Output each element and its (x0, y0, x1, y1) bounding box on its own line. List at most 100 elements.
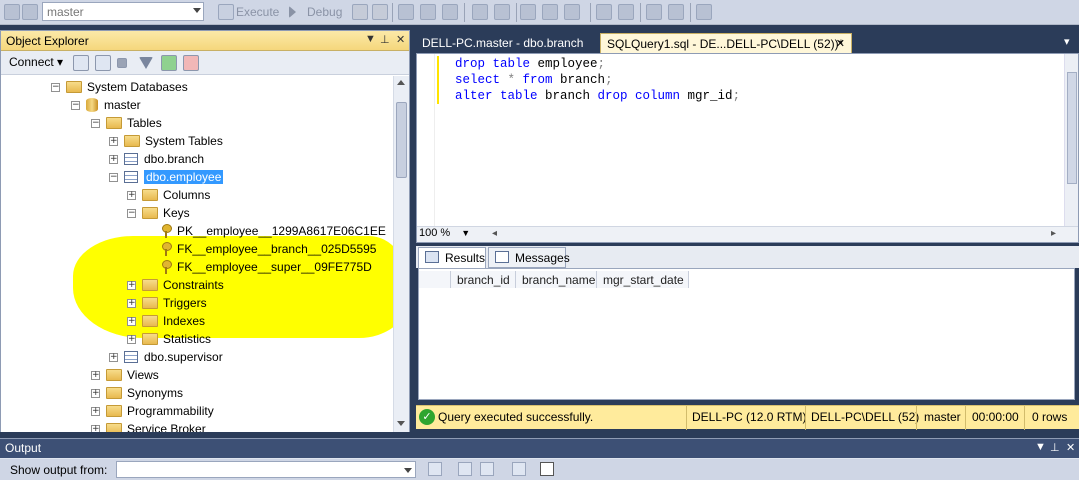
tree-node[interactable]: + Statistics (127, 330, 211, 348)
window-position-icon[interactable]: ▼ (1035, 441, 1046, 453)
results-to-grid-icon[interactable] (442, 4, 458, 20)
scroll-down-icon[interactable] (397, 421, 405, 426)
tree-node[interactable]: + Programmability (91, 402, 214, 420)
tab-sqlquery1[interactable]: SQLQuery1.sql - DE...DELL-PC\DELL (52))*… (600, 33, 852, 53)
tab-dbo-branch[interactable]: DELL-PC.master - dbo.branch (416, 33, 589, 53)
results-to-text-icon[interactable] (420, 4, 436, 20)
tree-node[interactable]: − Keys (127, 204, 190, 222)
tree-node[interactable]: − System Databases (51, 78, 188, 96)
tree-node[interactable]: + Synonyms (91, 384, 183, 402)
column-header-mgr-start-date[interactable]: mgr_start_date (597, 271, 689, 288)
specify-values-icon[interactable] (696, 4, 712, 20)
expand-icon[interactable]: + (91, 388, 100, 398)
connect-button[interactable]: Connect ▾ (9, 55, 63, 69)
cancel-query-icon[interactable] (352, 4, 368, 20)
query-options-icon[interactable] (398, 4, 414, 20)
tree-node[interactable]: FK__employee__branch__025D5595 (146, 240, 376, 258)
column-header-branch-name[interactable]: branch_name (516, 271, 597, 288)
tree-node[interactable]: FK__employee__super__09FE775D (146, 258, 372, 276)
live-stats-icon[interactable] (542, 4, 558, 20)
scroll-right-icon[interactable]: ▸ (1051, 228, 1056, 239)
expand-icon[interactable]: + (91, 370, 100, 380)
query-editor[interactable]: drop table employee; select * from branch… (416, 53, 1079, 243)
expand-icon[interactable]: + (109, 352, 118, 362)
tree-node[interactable]: + dbo.branch (109, 150, 204, 168)
sqlcmd-mode-icon[interactable] (564, 4, 580, 20)
collapse-icon[interactable]: − (71, 100, 80, 110)
sql-code[interactable]: drop table employee; select * from branch… (437, 56, 740, 104)
collapse-icon[interactable]: − (127, 208, 136, 218)
window-position-icon[interactable]: ▼ (365, 33, 376, 45)
tree-node[interactable]: + Constraints (127, 276, 224, 294)
disconnect-icon[interactable] (95, 55, 111, 71)
expand-icon[interactable]: + (127, 190, 136, 200)
find-next-icon[interactable] (480, 462, 494, 476)
tab-list-icon[interactable]: ▾ (1064, 35, 1070, 48)
display-plan-icon[interactable] (472, 4, 488, 20)
decrease-indent-icon[interactable] (646, 4, 662, 20)
activity-monitor-icon[interactable] (183, 55, 199, 71)
filter-icon[interactable] (139, 57, 153, 69)
go-to-message-icon[interactable] (428, 462, 442, 476)
expand-icon[interactable]: + (127, 316, 136, 326)
tree-node[interactable]: − Tables (91, 114, 162, 132)
pin-icon[interactable]: ⊥ (1050, 441, 1060, 454)
uncomment-icon[interactable] (618, 4, 634, 20)
tree-node[interactable]: + dbo.supervisor (109, 348, 223, 366)
pin-icon[interactable]: ⊥ (380, 33, 390, 46)
collapse-icon[interactable]: − (91, 118, 100, 128)
comment-icon[interactable] (596, 4, 612, 20)
expand-icon[interactable]: + (127, 280, 136, 290)
toolbar-overflow-icon[interactable] (716, 4, 726, 20)
execute-button[interactable]: Execute (236, 5, 279, 19)
collapse-icon[interactable]: − (51, 82, 60, 92)
expand-icon[interactable]: + (91, 424, 100, 432)
column-header-label: branch_name (522, 273, 596, 287)
results-grid[interactable]: branch_id branch_name mgr_start_date (418, 268, 1075, 400)
tree-node[interactable]: + Triggers (127, 294, 207, 312)
parse-icon[interactable] (372, 4, 388, 20)
tab-messages[interactable]: Messages (488, 247, 570, 268)
zoom-selector[interactable]: 100 % ▼ (419, 227, 470, 242)
tree-node[interactable]: − dbo.employee (109, 168, 224, 186)
word-wrap-icon[interactable] (540, 462, 554, 476)
debug-button[interactable]: Debug (307, 5, 342, 19)
database-tools-icon[interactable] (22, 4, 38, 20)
scroll-up-icon[interactable] (397, 80, 405, 85)
expand-icon[interactable]: + (109, 136, 118, 146)
column-header-branch-id[interactable]: branch_id (451, 271, 516, 288)
expand-icon[interactable]: + (109, 154, 118, 164)
stop-icon[interactable] (117, 58, 127, 68)
table-icon (124, 171, 138, 183)
tree-node[interactable]: + Service Broker (91, 420, 206, 432)
tree-node[interactable]: PK__employee__1299A8617E06C1EE (146, 222, 386, 240)
tree-node[interactable]: + System Tables (109, 132, 223, 150)
tab-results[interactable]: Results (418, 247, 486, 268)
expand-icon[interactable]: + (91, 406, 100, 416)
output-source-select[interactable] (116, 461, 416, 478)
include-plan-icon[interactable] (494, 4, 510, 20)
expand-icon[interactable]: + (127, 334, 136, 344)
close-icon[interactable]: ✕ (1066, 441, 1075, 454)
tree-node[interactable]: − master (71, 96, 141, 114)
increase-indent-icon[interactable] (668, 4, 684, 20)
tree-node[interactable]: + Indexes (127, 312, 205, 330)
collapse-icon[interactable]: − (109, 172, 118, 182)
scrollbar-thumb[interactable] (1067, 72, 1077, 184)
new-query-icon[interactable] (4, 4, 20, 20)
object-explorer-scrollbar[interactable] (393, 76, 409, 432)
connect-server-icon[interactable] (73, 55, 89, 71)
scroll-left-icon[interactable]: ◂ (492, 228, 497, 239)
editor-vertical-scrollbar[interactable] (1064, 54, 1078, 226)
close-icon[interactable]: ✕ (396, 33, 405, 46)
scrollbar-thumb[interactable] (396, 102, 407, 178)
find-previous-icon[interactable] (458, 462, 472, 476)
refresh-icon[interactable] (161, 55, 177, 71)
clear-all-icon[interactable] (512, 462, 526, 476)
database-selector[interactable]: master (42, 2, 204, 21)
client-stats-icon[interactable] (520, 4, 536, 20)
tree-node[interactable]: + Views (91, 366, 159, 384)
expand-icon[interactable]: + (127, 298, 136, 308)
tree-node[interactable]: + Columns (127, 186, 210, 204)
close-tab-icon[interactable]: ✕ (836, 37, 845, 50)
